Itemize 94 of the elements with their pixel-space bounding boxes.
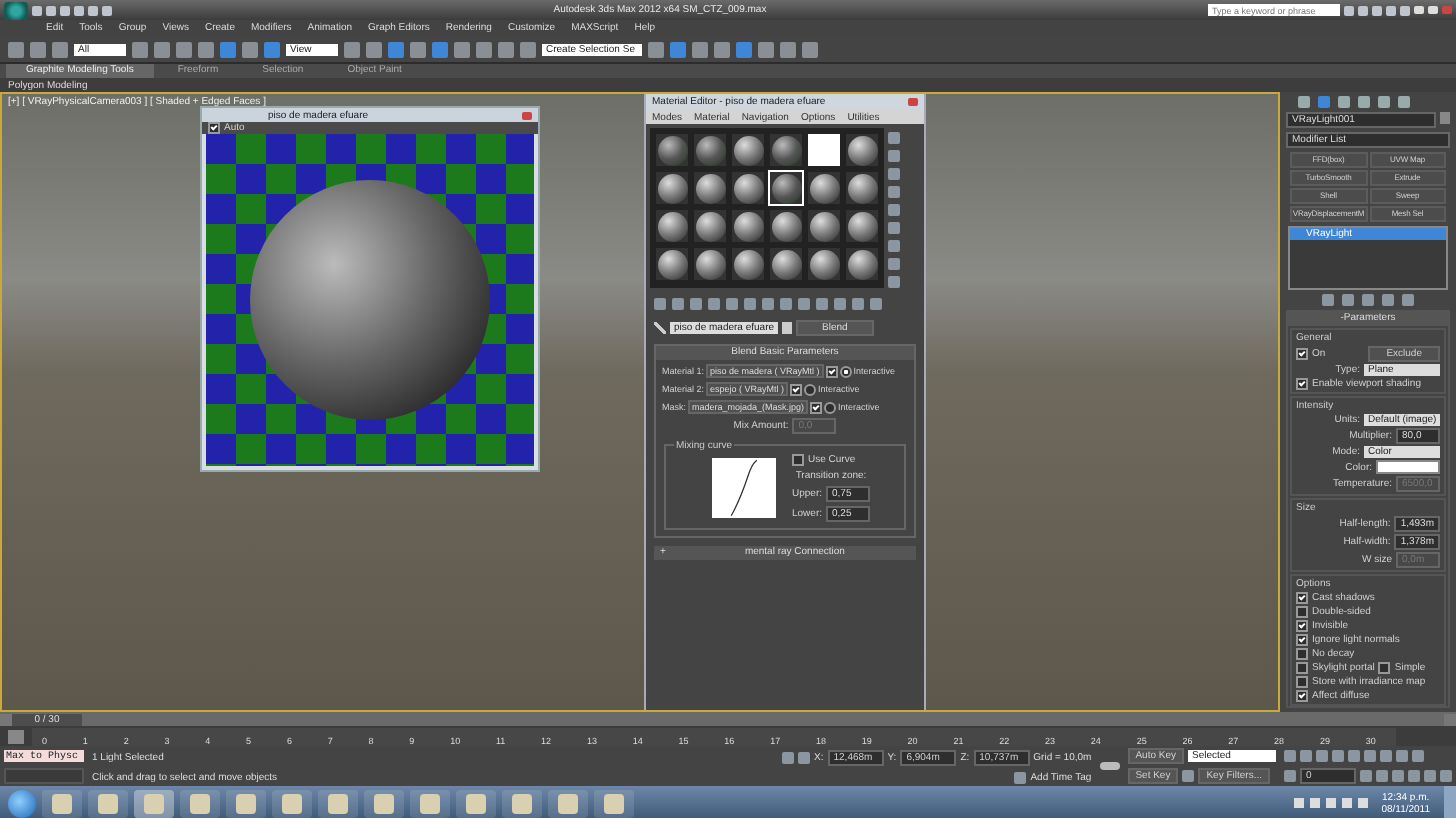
checkbox[interactable] (1296, 676, 1308, 688)
sample-slot[interactable] (654, 208, 690, 244)
tool-icon[interactable] (220, 41, 236, 57)
sample-slot[interactable] (806, 208, 842, 244)
tool-icon[interactable] (30, 41, 46, 57)
sample-slot[interactable] (654, 170, 690, 206)
start-button[interactable] (8, 789, 36, 817)
tool-icon[interactable] (176, 41, 192, 57)
tool-icon[interactable] (520, 41, 536, 57)
taskbar-app-icon[interactable] (548, 789, 588, 817)
tool-icon[interactable] (454, 41, 470, 57)
sample-slot[interactable] (768, 246, 804, 282)
checkbox[interactable] (1296, 378, 1308, 390)
taskbar-app-icon[interactable] (502, 789, 542, 817)
checkbox[interactable] (1296, 662, 1308, 674)
restore-icon[interactable] (1428, 6, 1438, 14)
taskbar-app-icon[interactable] (364, 789, 404, 817)
map-checkbox[interactable] (790, 383, 803, 395)
sample-slot[interactable] (768, 208, 804, 244)
tool-icon[interactable] (8, 41, 24, 57)
taskbar-app-icon[interactable] (180, 789, 220, 817)
tool-icon[interactable] (242, 41, 258, 57)
tool-icon[interactable] (648, 41, 664, 57)
tool-icon[interactable] (366, 41, 382, 57)
tool-icon[interactable] (132, 41, 148, 57)
taskbar-app-icon[interactable] (456, 789, 496, 817)
mixing-curve-graph (712, 458, 776, 518)
tool-icon[interactable] (758, 41, 774, 57)
tool-icon[interactable] (692, 41, 708, 57)
checkbox[interactable] (1296, 592, 1308, 604)
sample-slot[interactable] (806, 132, 842, 168)
sample-slot[interactable] (730, 246, 766, 282)
close-icon[interactable] (522, 111, 532, 119)
tool-icon[interactable] (154, 41, 170, 57)
sample-slot[interactable] (692, 170, 728, 206)
viewport-scene[interactable] (0, 92, 1280, 712)
color-swatch[interactable] (1376, 460, 1440, 474)
auto-checkbox[interactable] (208, 122, 220, 134)
close-icon[interactable] (908, 98, 918, 106)
taskbar-app-icon[interactable] (318, 789, 358, 817)
taskbar-app-icon[interactable] (42, 789, 82, 817)
tool-icon[interactable] (802, 41, 818, 57)
tool-icon[interactable] (476, 41, 492, 57)
map-checkbox[interactable] (810, 401, 823, 413)
tool-icon[interactable] (264, 41, 280, 57)
interactive-radio[interactable] (839, 365, 852, 377)
taskbar-app-icon[interactable] (594, 789, 634, 817)
checkbox[interactable] (1296, 690, 1308, 702)
map-checkbox[interactable] (825, 365, 838, 377)
maxscript-output-field[interactable] (4, 767, 84, 783)
sample-slot[interactable] (768, 132, 804, 168)
sample-slot[interactable] (844, 246, 880, 282)
tool-icon[interactable] (670, 41, 686, 57)
checkbox[interactable] (1378, 662, 1391, 674)
checkbox[interactable] (1296, 348, 1308, 360)
tool-icon[interactable] (344, 41, 360, 57)
taskbar-app-icon[interactable] (88, 789, 128, 817)
sample-slot[interactable] (692, 132, 728, 168)
eyedropper-icon[interactable] (654, 322, 666, 334)
tool-icon[interactable] (410, 41, 426, 57)
checkbox[interactable] (1296, 634, 1308, 646)
sample-slot[interactable] (730, 208, 766, 244)
sample-slot[interactable] (692, 208, 728, 244)
tool-icon[interactable] (498, 41, 514, 57)
sample-slot[interactable] (730, 132, 766, 168)
checkbox[interactable] (1296, 648, 1308, 660)
tool-icon[interactable] (780, 41, 796, 57)
sample-slot[interactable] (844, 170, 880, 206)
taskbar-app-icon[interactable] (226, 789, 266, 817)
tool-icon[interactable] (198, 41, 214, 57)
sample-slot[interactable] (844, 208, 880, 244)
sample-slot[interactable] (692, 246, 728, 282)
taskbar-app-icon[interactable] (134, 789, 174, 817)
tool-icon[interactable] (714, 41, 730, 57)
sample-slot[interactable] (730, 170, 766, 206)
interactive-radio[interactable] (824, 401, 837, 413)
sample-slot[interactable] (806, 246, 842, 282)
taskbar-app-icon[interactable] (272, 789, 312, 817)
checkbox[interactable] (1296, 620, 1308, 632)
tool-icon[interactable] (388, 41, 404, 57)
use-curve-checkbox[interactable] (792, 454, 804, 466)
tool-icon[interactable] (736, 41, 752, 57)
sample-slot[interactable] (654, 132, 690, 168)
object-color-swatch[interactable] (1440, 112, 1450, 124)
interactive-radio[interactable] (804, 383, 817, 395)
tool-icon[interactable] (432, 41, 448, 57)
taskbar-app-icon[interactable] (410, 789, 450, 817)
app-logo-icon[interactable] (4, 1, 28, 19)
sample-slot[interactable] (654, 246, 690, 282)
sample-slot[interactable] (806, 170, 842, 206)
tool-icon[interactable] (52, 41, 68, 57)
checkbox[interactable] (1296, 606, 1308, 618)
minimize-icon[interactable] (1414, 6, 1424, 14)
sample-slot[interactable] (844, 132, 880, 168)
